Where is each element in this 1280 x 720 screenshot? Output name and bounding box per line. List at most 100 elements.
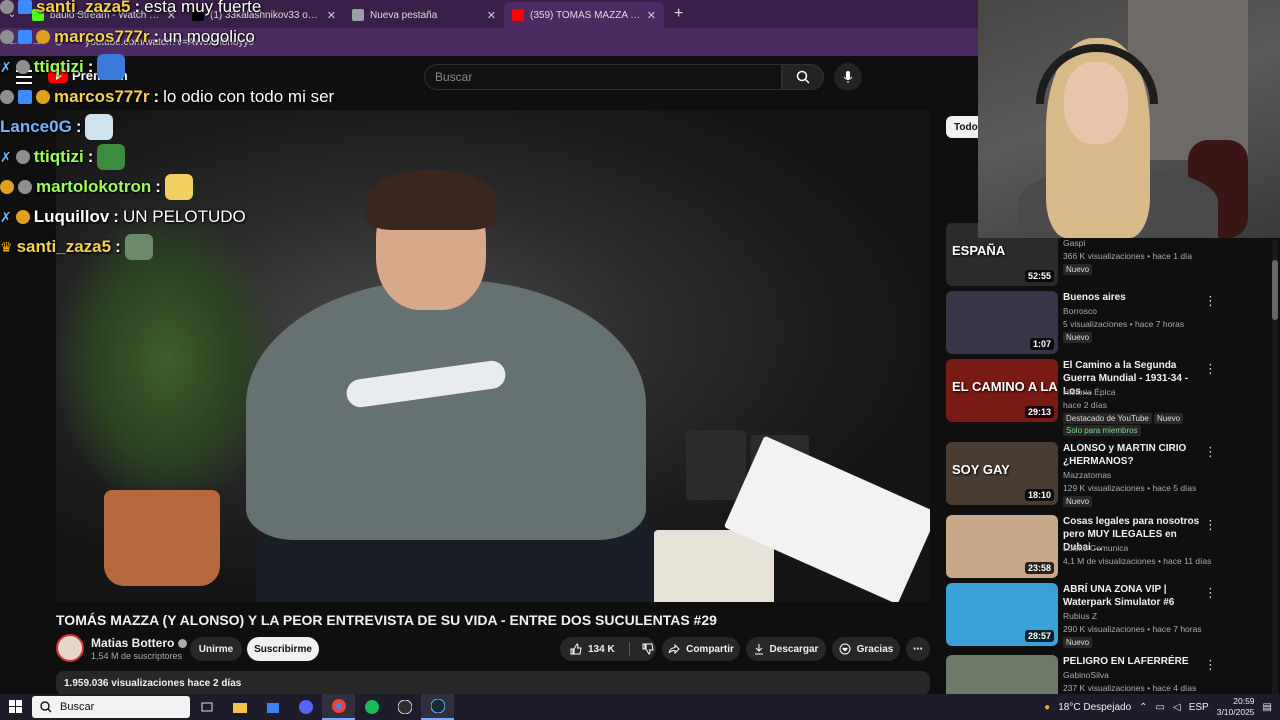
task-view-icon[interactable] (190, 694, 223, 720)
chat-badge-icon (15, 210, 30, 224)
start-button[interactable] (0, 700, 32, 714)
stream-chat-overlay: santi_zaza5: esta muy fuerte marcos777r: un… (0, 0, 420, 262)
scrollbar-thumb[interactable] (1272, 260, 1278, 320)
network-icon[interactable]: ▭ (1156, 702, 1165, 713)
search-button[interactable] (782, 64, 824, 90)
moderator-badge-icon: ✗ (0, 58, 12, 75)
recommendation-channel[interactable]: Luisito Comunica (1063, 543, 1128, 553)
chat-badge-icon (0, 180, 14, 194)
recommendation-item[interactable]: 23:58 Cosas legales para nosotros pero MU… (946, 515, 1272, 581)
close-tab-icon[interactable]: ✕ (487, 9, 496, 22)
recommendation-channel[interactable]: GabinoSilva (1063, 670, 1109, 680)
chat-username[interactable]: marcos777r (54, 87, 149, 107)
chat-username[interactable]: marcos777r (54, 27, 149, 47)
recommendation-channel[interactable]: Historia Épica (1063, 387, 1115, 397)
voice-search-button[interactable] (834, 63, 862, 91)
share-icon (668, 644, 680, 654)
recommendation-thumbnail[interactable]: 28:57 (946, 583, 1058, 646)
subscriber-count: 1,54 M de suscriptores (91, 651, 183, 661)
browser-tab[interactable]: (359) TOMÁS MAZZA (Y AL... ✕ (504, 2, 664, 28)
chat-username[interactable]: martolokotron (36, 177, 151, 197)
recommendation-thumbnail[interactable]: 23:58 (946, 515, 1058, 578)
chat-badge-icon (36, 30, 50, 44)
new-badge: Nuevo (1063, 637, 1093, 648)
close-tab-icon[interactable]: ✕ (647, 9, 656, 22)
recommendation-title[interactable]: ABRÍ UNA ZONA VIP | Waterpark Simulator … (1063, 583, 1203, 609)
chat-badge-icon (0, 90, 14, 104)
new-badge: Nuevo (1154, 413, 1184, 424)
thumbs-down-icon[interactable] (642, 643, 654, 655)
chat-badge-icon (15, 60, 30, 74)
recommendation-channel[interactable]: Borrosco (1063, 306, 1097, 316)
weather-icon[interactable]: ● (1044, 702, 1050, 713)
volume-icon[interactable]: ◁ (1173, 702, 1181, 713)
more-options-icon[interactable]: ⋮ (1204, 361, 1217, 377)
thanks-button[interactable]: Gracias (832, 637, 900, 661)
like-dislike-group: 134 K (560, 637, 656, 661)
file-explorer-icon[interactable] (223, 694, 256, 720)
weather-text[interactable]: 18°C Despejado (1058, 702, 1131, 713)
recommendation-thumbnail[interactable]: SOY GAY 18:10 (946, 442, 1058, 505)
download-icon (754, 644, 763, 655)
recommendation-title[interactable]: PELIGRO EN LAFERRÉRE (1063, 655, 1203, 668)
description-box[interactable]: 1.959.036 visualizaciones hace 2 días (56, 671, 930, 695)
spotify-icon[interactable] (355, 694, 388, 720)
search-placeholder: Buscar (435, 70, 473, 84)
share-button[interactable]: Compartir (662, 637, 740, 661)
more-options-icon[interactable]: ⋮ (1204, 585, 1217, 601)
clock-time: 20:59 (1233, 696, 1255, 706)
thumbs-up-icon[interactable] (570, 643, 582, 655)
new-tab-button[interactable]: + (664, 5, 693, 23)
chat-username[interactable]: ttiqtizi (34, 57, 84, 77)
duration-badge: 23:58 (1024, 562, 1054, 574)
microsoft-store-icon[interactable] (256, 694, 289, 720)
recommendation-meta: 129 K visualizaciones • hace 5 días (1063, 483, 1197, 493)
channel-name[interactable]: Matias Bottero (91, 636, 188, 650)
clock[interactable]: 20:59 3/10/2025 (1217, 696, 1255, 718)
chevron-up-icon[interactable]: ⌃ (1139, 702, 1147, 713)
subscribe-button[interactable]: Suscribirme (247, 637, 319, 661)
like-count[interactable]: 134 K (588, 644, 615, 655)
more-options-icon[interactable]: ⋮ (1204, 444, 1217, 460)
recommendation-meta: 4,1 M de visualizaciones • hace 11 días (1063, 556, 1212, 566)
lang-indicator[interactable]: ESP (1189, 702, 1209, 713)
recommendation-thumbnail[interactable]: 1:07 (946, 291, 1058, 354)
more-options-icon[interactable]: ⋮ (1204, 657, 1217, 673)
chat-message: santi_zaza5: esta muy fuerte (0, 0, 420, 22)
clock-date: 3/10/2025 (1216, 707, 1255, 717)
recommendation-title[interactable]: Buenos aires (1063, 291, 1203, 304)
chat-username[interactable]: santi_zaza5 (17, 237, 112, 257)
search-input[interactable]: Buscar (424, 64, 782, 90)
chat-username[interactable]: Lance0G (0, 117, 72, 137)
more-options-icon[interactable]: ⋮ (1204, 517, 1217, 533)
chat-text: UN PELOTUDO (122, 207, 246, 226)
notifications-icon[interactable]: ▤ (1263, 702, 1272, 713)
recommendation-item[interactable]: 1:07 Buenos aires Borrosco 5 visualizacione… (946, 291, 1272, 357)
recommendation-channel[interactable]: Mazzatomas (1063, 470, 1111, 480)
recommendation-thumbnail[interactable]: EL CAMINO A LA 29:13 (946, 359, 1058, 422)
recommendation-item[interactable]: 28:57 ABRÍ UNA ZONA VIP | Waterpark Simul… (946, 583, 1272, 649)
obs-icon[interactable] (388, 694, 421, 720)
recommendation-channel[interactable]: Rubius Z (1063, 611, 1097, 621)
recommendation-item[interactable]: SOY GAY 18:10 ALONSO y MARTIN CIRIO ¿HERMA… (946, 442, 1272, 508)
steam-icon[interactable] (421, 694, 454, 720)
channel-avatar[interactable] (56, 634, 84, 662)
more-options-icon[interactable]: ⋮ (1204, 293, 1217, 309)
recommendation-title[interactable]: ALONSO y MARTIN CIRIO ¿HERMANOS? (1063, 442, 1203, 468)
taskbar-search[interactable]: Buscar (32, 696, 190, 718)
new-badge: Nuevo (1063, 496, 1093, 507)
more-actions-button[interactable]: ⋯ (906, 637, 930, 661)
chat-username[interactable]: santi_zaza5 (36, 0, 131, 17)
chat-username[interactable]: Luquillov (34, 207, 110, 227)
recommendation-item[interactable]: EL CAMINO A LA 29:13 El Camino a la Segund… (946, 359, 1272, 436)
scrollbar[interactable] (1272, 240, 1278, 700)
download-button[interactable]: Descargar (746, 637, 826, 661)
moderator-badge-icon: ✗ (0, 148, 12, 165)
join-button[interactable]: Unirme (190, 637, 242, 661)
recommendation-meta: 366 K visualizaciones • hace 1 día (1063, 251, 1193, 261)
recommendation-channel[interactable]: Gaspi (1063, 238, 1085, 248)
new-badge: Nuevo (1063, 264, 1093, 275)
chrome-icon[interactable] (322, 694, 355, 720)
chat-username[interactable]: ttiqtizi (34, 147, 84, 167)
discord-icon[interactable] (289, 694, 322, 720)
